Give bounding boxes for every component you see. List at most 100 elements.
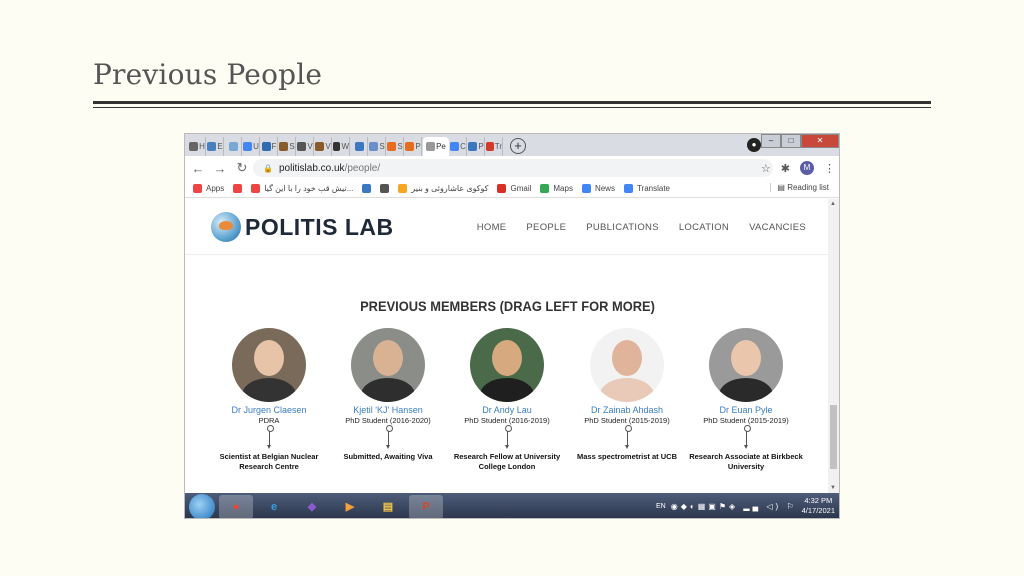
browser-tab[interactable]: W — [333, 137, 350, 156]
person-card[interactable]: Dr Zainab Ahdash PhD Student (2015-2019) M… — [562, 328, 692, 462]
browser-tab[interactable]: U — [243, 137, 260, 156]
bookmark-icon — [623, 184, 633, 193]
bookmark-item[interactable]: Apps — [193, 184, 224, 193]
taskbar-folder-icon[interactable]: ▤ — [371, 495, 405, 519]
close-button[interactable]: ✕ — [801, 134, 839, 148]
page-scrollbar[interactable]: ▲ ▼ — [828, 199, 839, 493]
browser-tab[interactable]: V — [315, 137, 332, 156]
bookmark-item[interactable]: Maps — [540, 184, 573, 193]
person-role: PhD Student (2016-2019) — [464, 416, 550, 425]
site-logo[interactable]: POLITIS LAB — [211, 212, 394, 242]
taskbar-chrome-icon[interactable]: ● — [219, 494, 253, 518]
nav-link-publications[interactable]: PUBLICATIONS — [586, 222, 659, 233]
bookmark-item[interactable] — [380, 184, 390, 193]
person-name[interactable]: Dr Jurgen Claesen — [204, 405, 334, 415]
tab-favicon-icon — [279, 142, 289, 151]
browser-tab[interactable]: F — [261, 137, 278, 156]
person-name[interactable]: Dr Zainab Ahdash — [562, 405, 692, 415]
bookmark-item[interactable] — [362, 184, 372, 193]
bookmark-icon — [398, 184, 408, 193]
nav-link-vacancies[interactable]: VACANCIES — [749, 222, 806, 233]
clock-date: 4/17/2021 — [801, 506, 835, 515]
person-card[interactable]: Kjetil 'KJ' Hansen PhD Student (2016-2020… — [323, 328, 453, 462]
reading-list-button[interactable]: ▤ Reading list — [770, 183, 829, 192]
browser-tab[interactable]: P — [468, 137, 485, 156]
extensions-icon[interactable]: ✱ — [781, 162, 790, 175]
browser-tab[interactable] — [225, 137, 242, 156]
browser-tab[interactable]: S — [279, 137, 296, 156]
record-icon[interactable]: ● — [747, 138, 761, 152]
bookmark-icon — [540, 184, 550, 193]
browser-tab[interactable]: Tr — [486, 137, 503, 156]
person-name[interactable]: Kjetil 'KJ' Hansen — [323, 405, 453, 415]
new-tab-button[interactable]: + — [510, 138, 526, 154]
title-rule-thick — [93, 101, 931, 104]
bookmark-item[interactable] — [233, 184, 243, 193]
tab-label: P — [478, 142, 484, 151]
bookmark-icon — [193, 184, 202, 193]
person-photo — [232, 328, 306, 402]
scroll-up-icon[interactable]: ▲ — [830, 201, 836, 207]
bookmark-label: Maps — [553, 184, 573, 193]
bookmark-item[interactable]: کوکوی عاشاروئی و بنیر — [398, 184, 488, 193]
language-indicator[interactable]: EN — [656, 503, 666, 510]
browser-tab[interactable] — [351, 137, 368, 156]
url-input[interactable]: 🔒 politislab.co.uk /people/ — [253, 159, 773, 177]
tab-favicon-icon — [333, 142, 341, 151]
person-photo — [470, 328, 544, 402]
browser-tab[interactable]: V — [297, 137, 314, 156]
scrollbar-thumb[interactable] — [830, 405, 837, 469]
browser-tab[interactable]: P — [405, 137, 422, 156]
taskbar-ie-icon[interactable]: e — [257, 495, 291, 519]
taskbar-media-icon[interactable]: ▶ — [333, 495, 367, 519]
minimize-button[interactable]: – — [761, 134, 781, 148]
forward-icon[interactable]: → — [211, 161, 229, 176]
browser-tab[interactable]: S — [387, 137, 404, 156]
person-card[interactable]: Dr Euan Pyle PhD Student (2015-2019) Resea… — [681, 328, 811, 472]
reload-icon[interactable]: ↻ — [233, 160, 251, 176]
nav-link-people[interactable]: PEOPLE — [526, 222, 566, 233]
tab-favicon-icon — [369, 142, 379, 151]
person-name[interactable]: Dr Euan Pyle — [681, 405, 811, 415]
bookmark-item[interactable]: Gmail — [497, 184, 531, 193]
bookmark-label: News — [594, 184, 615, 193]
menu-icon[interactable]: ⋮ — [824, 162, 835, 175]
photo-head — [612, 340, 642, 376]
browser-tab[interactable]: H — [189, 137, 206, 156]
person-card[interactable]: Dr Jurgen Claesen PDRA Scientist at Belgia… — [204, 328, 334, 472]
web-page: POLITIS LAB HOME PEOPLE PUBLICATIONS LOCATI… — [185, 199, 830, 493]
tray-icons[interactable]: ◉◆◐▦▣⚑◈ ▂▄ ◁) ⚐ — [671, 502, 797, 511]
window-controls: – □ ✕ — [761, 134, 839, 148]
back-icon[interactable]: ← — [189, 161, 207, 176]
nav-link-location[interactable]: LOCATION — [679, 222, 729, 233]
browser-tab[interactable]: E — [207, 137, 224, 156]
scroll-down-icon[interactable]: ▼ — [830, 485, 836, 491]
browser-tab[interactable]: S — [369, 137, 386, 156]
clock[interactable]: 4:32 PM 4/17/2021 — [802, 496, 835, 516]
profile-avatar[interactable]: M — [800, 161, 814, 175]
nav-link-home[interactable]: HOME — [477, 222, 507, 233]
reading-list-icon: ▤ — [777, 183, 785, 192]
start-button[interactable] — [189, 493, 215, 518]
bookmark-item[interactable]: Translate — [623, 184, 670, 193]
address-bar: ← → ↻ 🔒 politislab.co.uk /people/ ☆ ✱ M … — [185, 156, 839, 180]
star-icon[interactable]: ☆ — [761, 162, 771, 175]
taskbar-visual-studio-icon[interactable]: ◆ — [295, 495, 329, 519]
taskbar: ● e ◆ ▶ ▤ P EN ◉◆◐▦▣⚑◈ ▂▄ ◁) ⚐ 4:32 PM 4/17/2… — [185, 493, 839, 519]
bookmark-item[interactable]: News — [581, 184, 615, 193]
taskbar-powerpoint-icon[interactable]: P — [409, 494, 443, 518]
photo-body — [600, 378, 654, 402]
taskbar-apps: ● e ◆ ▶ ▤ P — [215, 494, 443, 519]
bookmark-label: Gmail — [510, 184, 532, 193]
browser-tab[interactable]: Pe — [423, 137, 449, 156]
tab-label: Pe — [436, 142, 446, 151]
url-path: /people/ — [344, 162, 381, 174]
person-role: PhD Student (2015-2019) — [584, 416, 670, 425]
maximize-button[interactable]: □ — [781, 134, 801, 148]
person-card[interactable]: Dr Andy Lau PhD Student (2016-2019) Resear… — [442, 328, 572, 472]
browser-tab[interactable]: C — [450, 137, 467, 156]
tab-favicon-icon — [243, 142, 253, 151]
bookmark-item[interactable]: تیش قب خود را با این گیا... — [251, 184, 353, 193]
person-name[interactable]: Dr Andy Lau — [442, 405, 572, 415]
people-carousel[interactable]: Dr Jurgen Claesen PDRA Scientist at Belgia… — [185, 328, 830, 471]
